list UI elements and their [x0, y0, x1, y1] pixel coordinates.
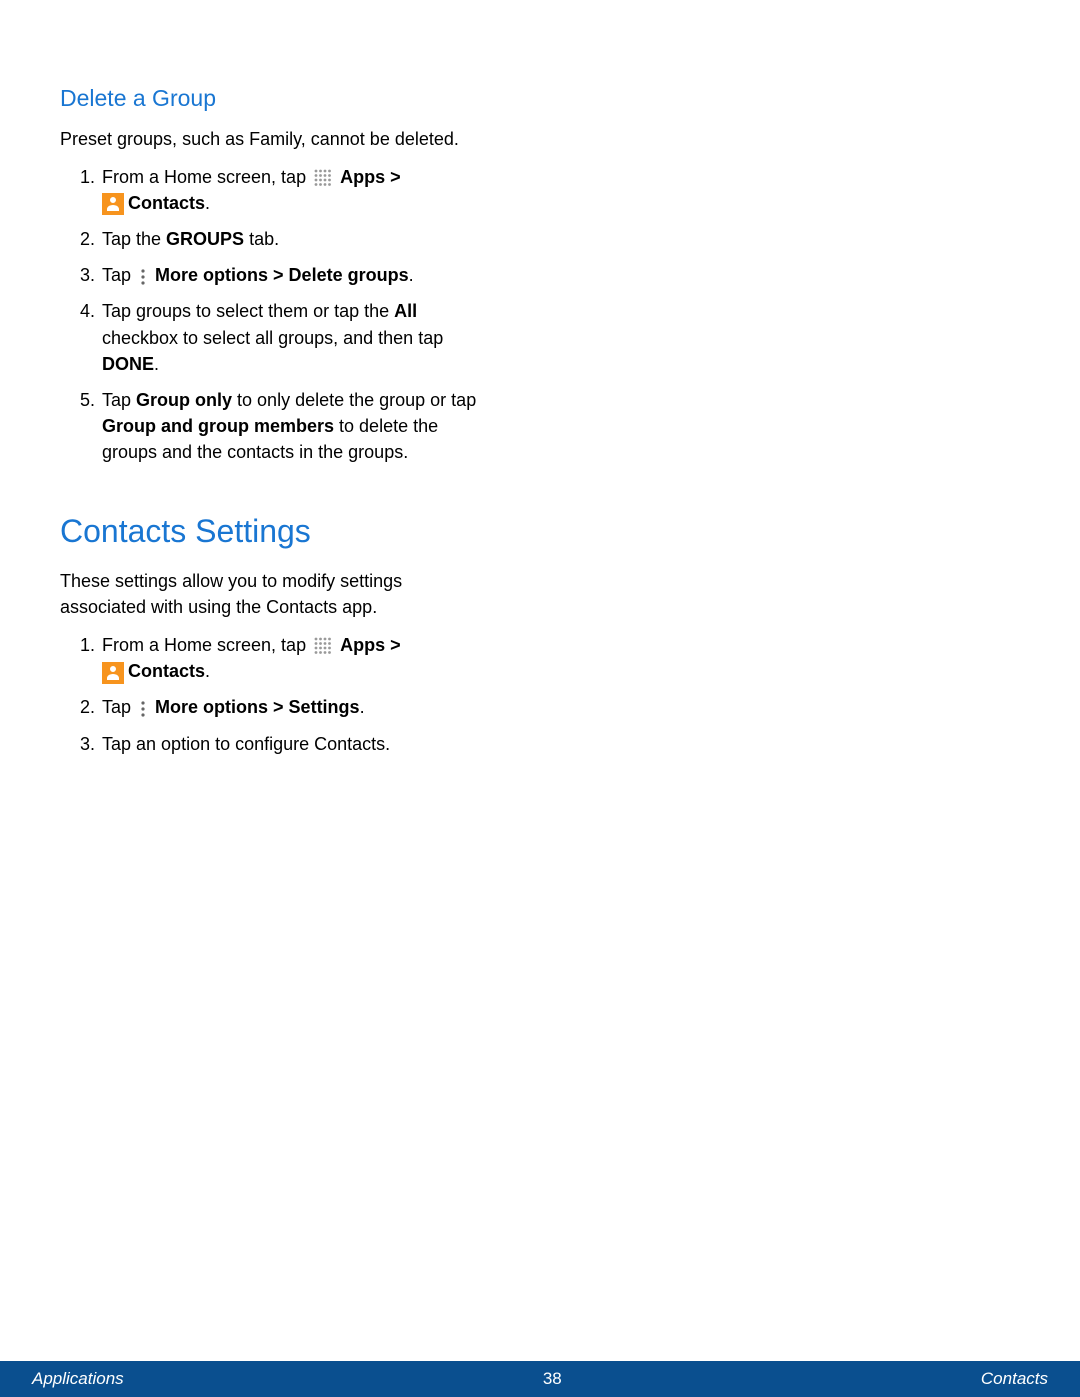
list-item: From a Home screen, tap Apps > Contacts.	[80, 632, 480, 684]
delete-group-steps: From a Home screen, tap Apps > Contacts.…	[60, 164, 480, 465]
page-number: 38	[543, 1369, 562, 1389]
list-item: Tap More options > Settings.	[80, 694, 480, 720]
step-text: Tap groups to select them or tap the	[102, 301, 394, 321]
list-item: Tap More options > Delete groups.	[80, 262, 480, 288]
step-text: >	[385, 635, 401, 655]
step-text: Tap an option to configure Contacts.	[102, 734, 390, 754]
list-item: Tap an option to configure Contacts.	[80, 731, 480, 757]
step-text: .	[409, 265, 414, 285]
contacts-settings-intro: These settings allow you to modify setti…	[60, 568, 480, 620]
contacts-settings-steps: From a Home screen, tap Apps > Contacts.…	[60, 632, 480, 756]
groups-label: GROUPS	[166, 229, 244, 249]
group-only-label: Group only	[136, 390, 232, 410]
step-text: Tap	[102, 265, 136, 285]
step-text: .	[360, 697, 365, 717]
contacts-icon	[102, 662, 124, 684]
step-text: .	[205, 193, 210, 213]
step-text: Tap	[102, 697, 136, 717]
step-text: Tap	[102, 390, 136, 410]
contacts-settings-heading: Contacts Settings	[60, 513, 480, 550]
contacts-icon	[102, 193, 124, 215]
footer-right: Contacts	[981, 1369, 1048, 1389]
apps-icon	[313, 636, 333, 656]
list-item: Tap groups to select them or tap the All…	[80, 298, 480, 376]
step-text: .	[205, 661, 210, 681]
apps-label: Apps	[340, 635, 385, 655]
more-options-settings-label: More options > Settings	[155, 697, 360, 717]
all-label: All	[394, 301, 417, 321]
list-item: From a Home screen, tap Apps > Contacts.	[80, 164, 480, 216]
step-text: From a Home screen, tap	[102, 635, 311, 655]
more-options-icon	[138, 699, 148, 719]
delete-group-intro: Preset groups, such as Family, cannot be…	[60, 126, 480, 152]
step-text: checkbox to select all groups, and then …	[102, 328, 443, 348]
contacts-label: Contacts	[128, 661, 205, 681]
delete-group-heading: Delete a Group	[60, 85, 480, 112]
more-options-icon	[138, 267, 148, 287]
more-options-label: More options > Delete groups	[155, 265, 409, 285]
footer-bar: Applications 38 Contacts	[0, 1361, 1080, 1397]
step-text: tab.	[244, 229, 279, 249]
done-label: DONE	[102, 354, 154, 374]
apps-label: Apps	[340, 167, 385, 187]
list-item: Tap the GROUPS tab.	[80, 226, 480, 252]
page-content: Delete a Group Preset groups, such as Fa…	[0, 0, 540, 757]
contacts-label: Contacts	[128, 193, 205, 213]
footer-left: Applications	[32, 1369, 124, 1389]
list-item: Tap Group only to only delete the group …	[80, 387, 480, 465]
apps-icon	[313, 168, 333, 188]
step-text: .	[154, 354, 159, 374]
step-text: Tap the	[102, 229, 166, 249]
group-and-members-label: Group and group members	[102, 416, 334, 436]
step-text: to only delete the group or tap	[232, 390, 476, 410]
step-text: >	[385, 167, 401, 187]
step-text: From a Home screen, tap	[102, 167, 311, 187]
